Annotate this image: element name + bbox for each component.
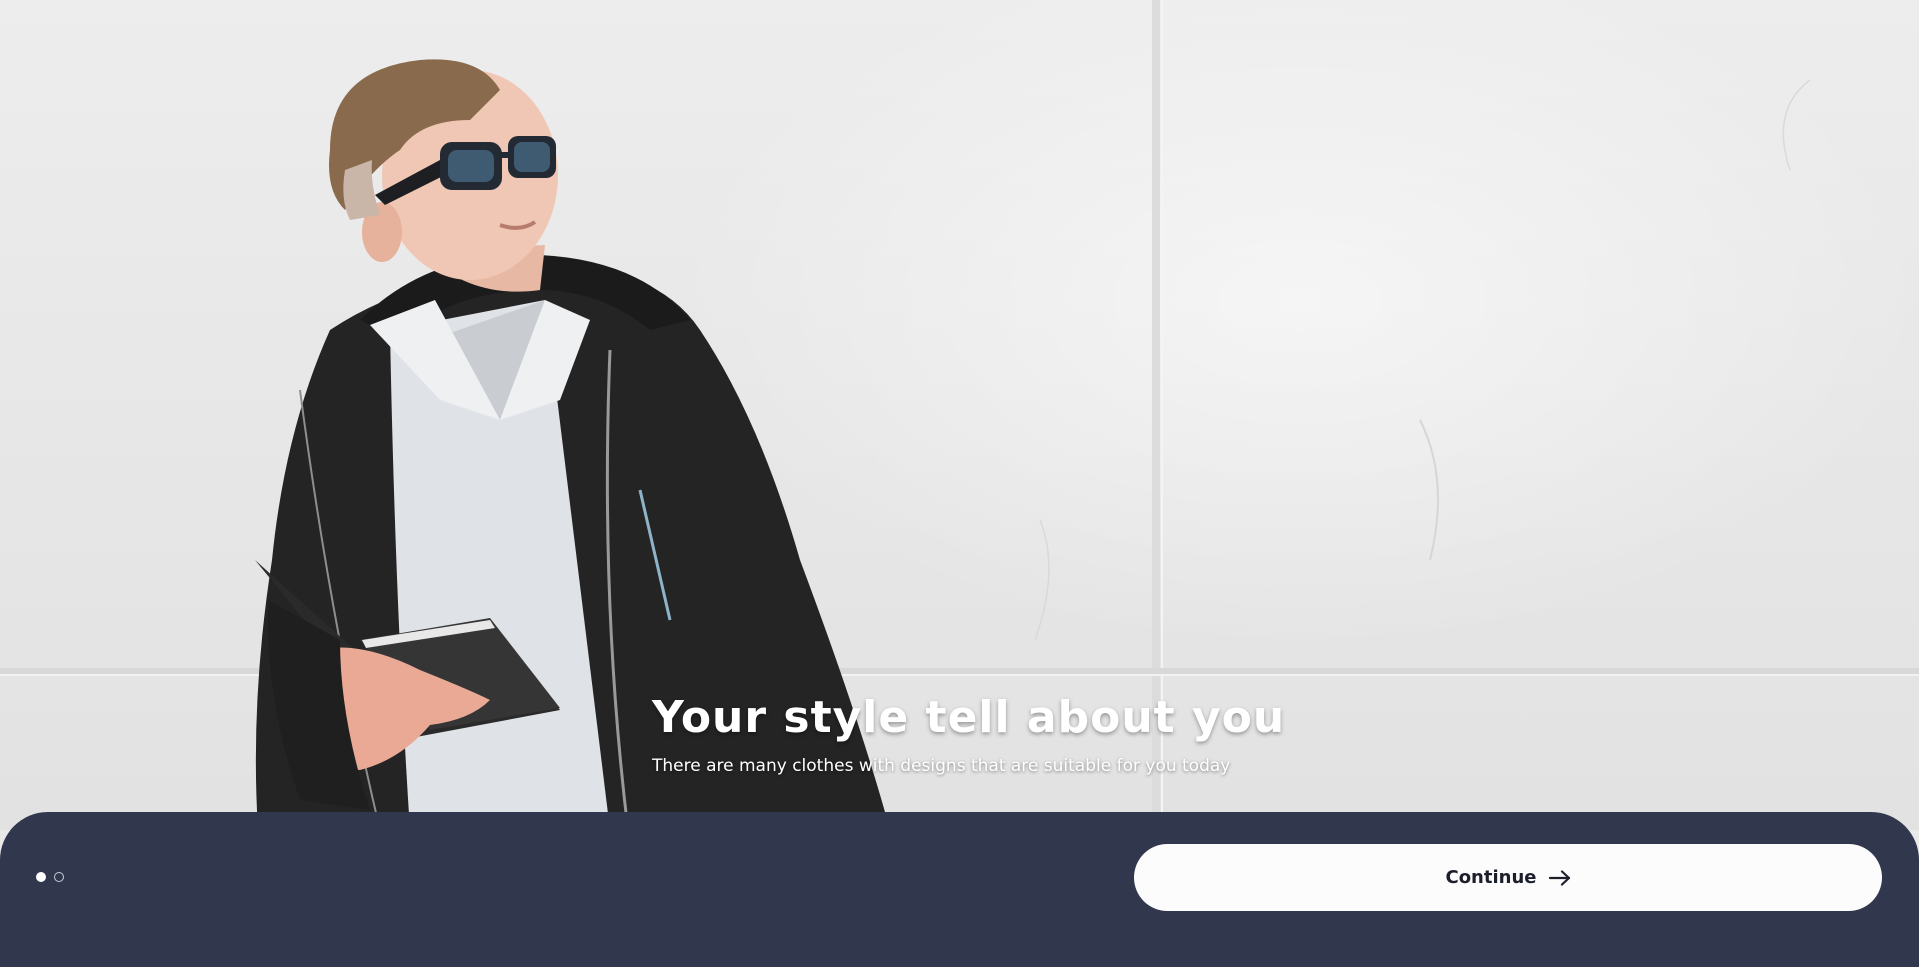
continue-button[interactable]: Continue (1134, 844, 1882, 911)
hero-text-block: Your style tell about you There are many… (652, 692, 1412, 777)
page-dot-1[interactable] (36, 872, 46, 882)
arrow-right-icon (1548, 869, 1571, 886)
hero-subtitle: There are many clothes with designs that… (652, 756, 1231, 777)
page-indicator (36, 872, 64, 882)
page-dot-2[interactable] (54, 872, 64, 882)
continue-button-label: Continue (1445, 867, 1537, 888)
onboarding-screen: Your style tell about you There are many… (0, 0, 1919, 967)
bottom-panel: Continue (0, 812, 1919, 967)
hero-image: Your style tell about you There are many… (0, 0, 1919, 830)
hero-title: Your style tell about you (652, 692, 1286, 743)
